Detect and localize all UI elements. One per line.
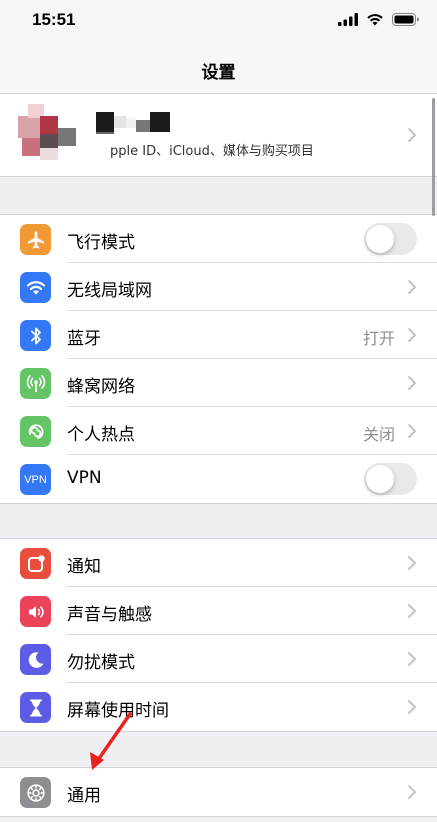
chevron-right-icon [408, 652, 416, 666]
settings-row-label: 勿扰模式 [67, 653, 135, 673]
wifi-icon [20, 272, 51, 303]
chevron-right-icon [408, 785, 416, 799]
settings-row-value: 打开 [362, 329, 395, 348]
settings-row-label: 蜂窝网络 [67, 377, 135, 397]
status-bar: 15:51 [0, 0, 437, 44]
settings-row-hotspot[interactable]: 个人热点 关闭 [0, 407, 437, 455]
avatar [18, 104, 76, 160]
settings-row-notifications[interactable]: 通知 [0, 539, 437, 587]
gear-icon [20, 777, 51, 808]
sounds-icon [20, 596, 51, 627]
settings-row-cellular[interactable]: 蜂窝网络 [0, 359, 437, 407]
signal-icon [338, 13, 358, 26]
chevron-right-icon [408, 128, 416, 142]
screen-time-icon [20, 692, 51, 723]
page-title: 设置 [201, 63, 236, 83]
connectivity-group: 飞行模式无线局域网蓝牙 打开蜂窝网络个人热点 关闭 VPN VPN [0, 214, 437, 504]
notifications-group: 通知声音与触感勿扰模式屏幕使用时间 [0, 538, 437, 732]
settings-row-do-not-disturb[interactable]: 勿扰模式 [0, 635, 437, 683]
apple-id-subtitle: pple ID、iCloud、媒体与购买项目 [110, 144, 314, 159]
toggle-switch[interactable] [364, 463, 417, 495]
settings-row-label: 声音与触感 [67, 605, 152, 625]
settings-row-wifi[interactable]: 无线局域网 [0, 263, 437, 311]
wifi-status-icon [367, 14, 383, 26]
settings-row-label: 飞行模式 [67, 233, 135, 253]
status-time: 15:51 [32, 10, 76, 29]
settings-row-airplane[interactable]: 飞行模式 [0, 215, 437, 263]
airplane-icon [20, 224, 51, 255]
apple-id-row[interactable]: pple ID、iCloud、媒体与购买项目 [0, 94, 437, 177]
annotation-arrow [90, 712, 132, 770]
toggle-knob [366, 225, 394, 253]
settings-row-vpn[interactable]: VPN VPN [0, 455, 437, 503]
scroll-indicator [432, 98, 435, 216]
chevron-right-icon [408, 604, 416, 618]
nav-bar: 设置 [0, 44, 437, 94]
settings-row-screen-time[interactable]: 屏幕使用时间 [0, 683, 437, 731]
settings-row-bluetooth[interactable]: 蓝牙 打开 [0, 311, 437, 359]
toggle-switch[interactable] [364, 223, 417, 255]
settings-row-sounds[interactable]: 声音与触感 [0, 587, 437, 635]
status-icons [338, 13, 419, 26]
vpn-icon-text: VPN [24, 473, 47, 486]
settings-row-label: 无线局域网 [67, 281, 152, 301]
general-group: 通用 [0, 767, 437, 817]
do-not-disturb-icon [20, 644, 51, 675]
battery-icon [392, 13, 419, 26]
toggle-knob [366, 465, 394, 493]
settings-row-label: 个人热点 [67, 425, 135, 445]
settings-row-value: 关闭 [362, 425, 395, 444]
cellular-icon [20, 368, 51, 399]
settings-row-label: 蓝牙 [67, 329, 101, 349]
chevron-right-icon [408, 376, 416, 390]
chevron-right-icon [408, 556, 416, 570]
profile-name-pixelated [96, 112, 170, 134]
vpn-icon: VPN [20, 464, 51, 495]
bluetooth-icon [20, 320, 51, 351]
chevron-right-icon [408, 700, 416, 714]
chevron-right-icon [408, 280, 416, 294]
notifications-icon [20, 548, 51, 579]
hotspot-icon [20, 416, 51, 447]
settings-row-gear[interactable]: 通用 [0, 768, 437, 816]
settings-row-label: 通知 [67, 557, 101, 577]
settings-row-label: VPN [67, 468, 102, 488]
chevron-right-icon [408, 424, 416, 438]
chevron-right-icon [408, 328, 416, 342]
settings-row-label: 通用 [67, 786, 101, 806]
